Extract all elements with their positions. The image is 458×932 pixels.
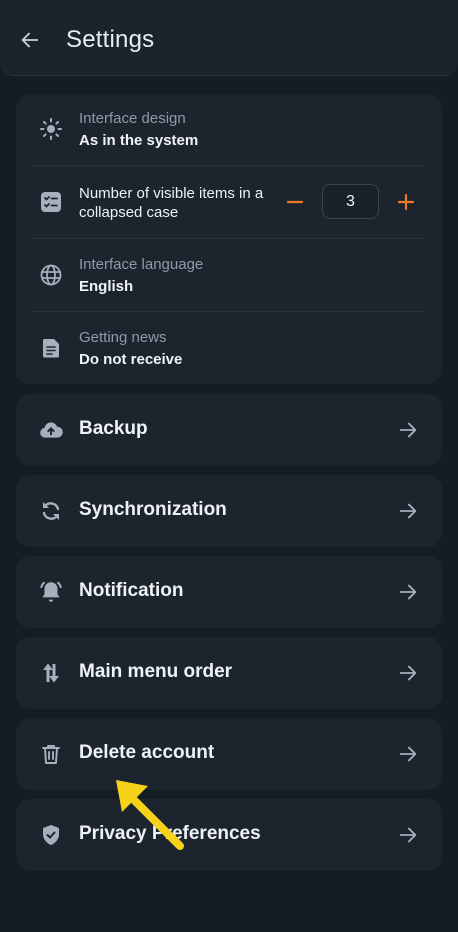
interface-design-label: Interface design (79, 110, 186, 127)
visible-items-label: Number of visible items in a collapsed c… (79, 185, 264, 221)
interface-design-row[interactable]: Interface design As in the system (16, 94, 442, 167)
document-icon (38, 335, 64, 361)
delete-account-label: Delete account (79, 742, 215, 763)
arrow-right-icon (396, 823, 420, 847)
arrow-right-icon (396, 499, 420, 523)
annotation-arrow-icon (116, 780, 184, 850)
sync-icon (38, 498, 64, 524)
checklist-icon (38, 189, 64, 215)
globe-icon (38, 262, 64, 288)
reorder-icon (38, 660, 64, 686)
delete-account-item[interactable]: Delete account (16, 718, 442, 790)
arrow-left-icon (21, 32, 39, 48)
getting-news-label: Getting news (79, 329, 167, 346)
interface-language-label: Interface language (79, 256, 204, 273)
arrow-right-icon (396, 580, 420, 604)
trash-icon (38, 741, 64, 767)
backup-label: Backup (79, 418, 148, 439)
interface-language-row[interactable]: Interface language English (16, 239, 442, 312)
main-menu-order-item[interactable]: Main menu order (16, 637, 442, 709)
visible-items-count[interactable]: 3 (322, 184, 379, 219)
notification-item[interactable]: Notification (16, 556, 442, 628)
synchronization-label: Synchronization (79, 499, 227, 520)
minus-icon (286, 200, 304, 204)
shield-check-icon (38, 822, 64, 848)
synchronization-item[interactable]: Synchronization (16, 475, 442, 547)
backup-item[interactable]: Backup (16, 394, 442, 466)
sun-icon (38, 116, 64, 142)
notification-label: Notification (79, 580, 184, 601)
main-menu-order-label: Main menu order (79, 661, 233, 682)
back-button[interactable] (14, 24, 46, 56)
arrow-right-icon (396, 661, 420, 685)
page-title: Settings (66, 26, 155, 53)
settings-card: Interface design As in the system Number… (16, 94, 442, 384)
bell-icon (38, 579, 64, 605)
arrow-right-icon (396, 742, 420, 766)
getting-news-value: Do not receive (79, 351, 183, 368)
privacy-preferences-item[interactable]: Privacy Preferences (16, 799, 442, 871)
interface-design-value: As in the system (79, 132, 199, 149)
decrement-button[interactable] (281, 188, 309, 216)
plus-icon (397, 193, 415, 211)
interface-language-value: English (79, 278, 134, 295)
increment-button[interactable] (392, 188, 420, 216)
arrow-right-icon (396, 418, 420, 442)
cloud-upload-icon (38, 417, 64, 443)
getting-news-row[interactable]: Getting news Do not receive (16, 312, 442, 385)
app-bar: Settings (0, 0, 458, 76)
